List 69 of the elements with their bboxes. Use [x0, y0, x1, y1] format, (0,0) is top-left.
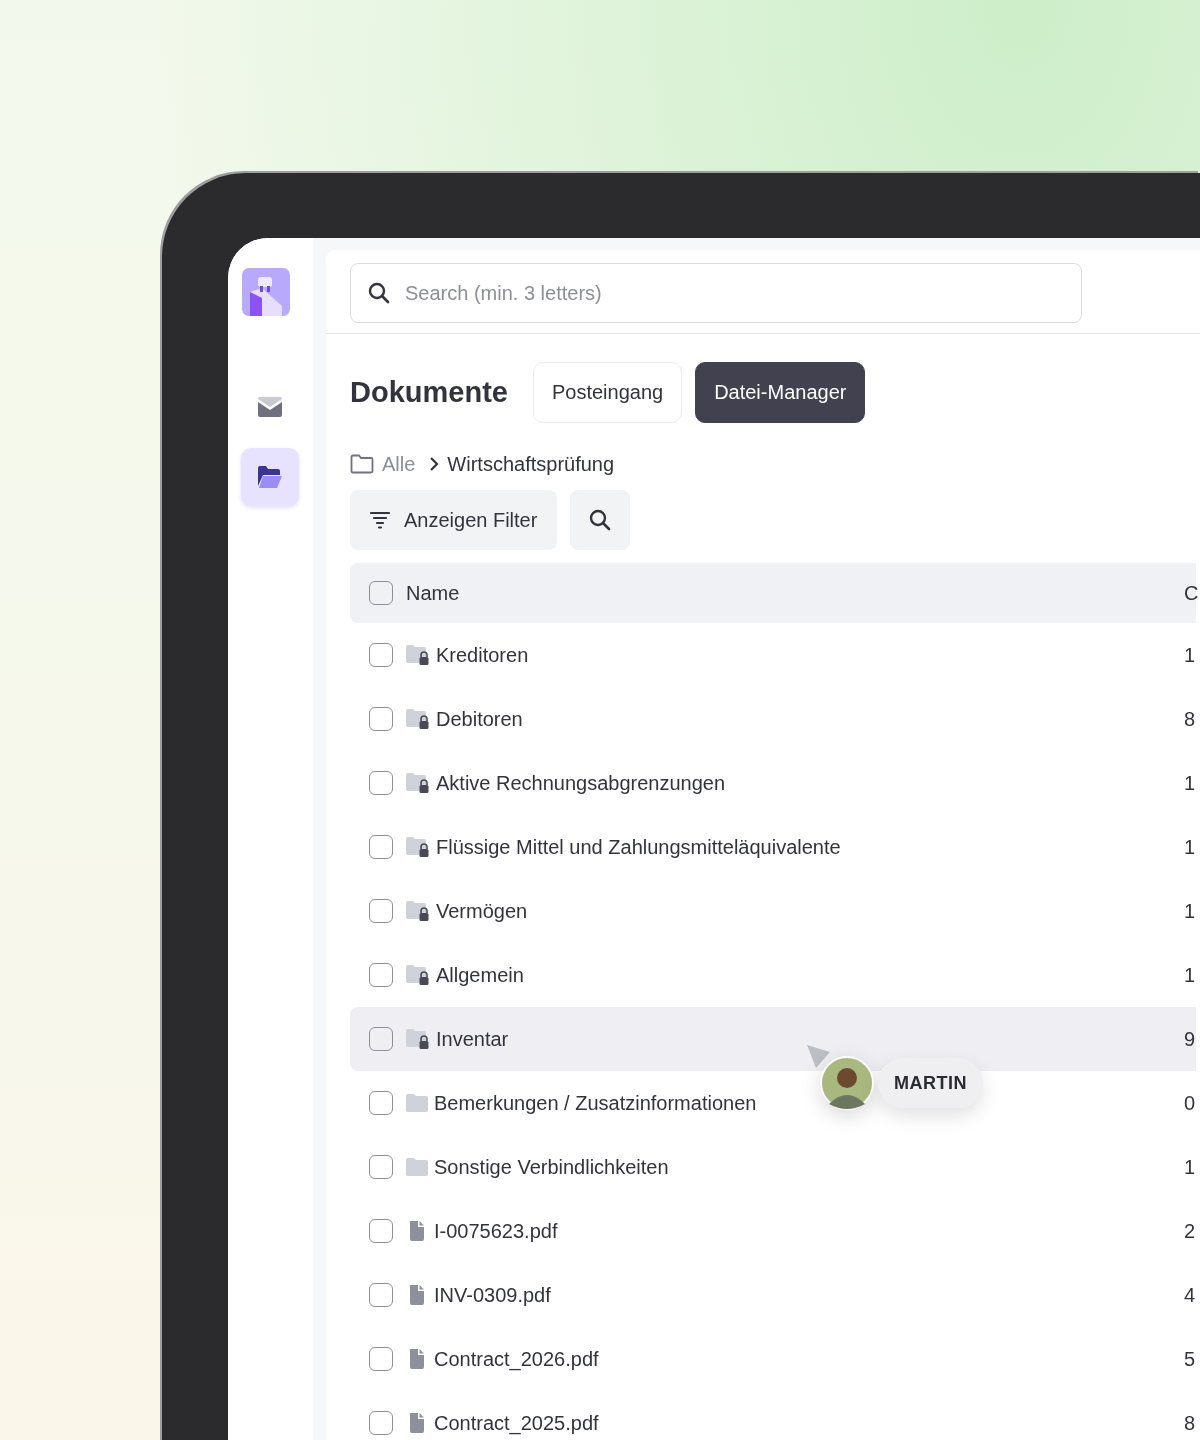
checkbox[interactable]	[369, 1219, 393, 1243]
user-name-label: MARTIN	[878, 1058, 983, 1108]
table-cell: 1	[1184, 771, 1196, 795]
page-title: Dokumente	[350, 376, 508, 409]
locked-folder-icon	[406, 708, 430, 730]
chevron-right-icon	[429, 457, 440, 471]
file-name[interactable]: Vermögen	[436, 899, 1184, 923]
checkbox[interactable]	[369, 1283, 393, 1307]
folder-icon	[257, 466, 282, 488]
locked-folder-icon	[406, 836, 430, 858]
file-name[interactable]: Debitoren	[436, 707, 1184, 731]
table-cell: 1	[1184, 835, 1196, 859]
checkbox[interactable]	[369, 835, 393, 859]
checkbox[interactable]	[369, 1027, 393, 1051]
filter-button[interactable]: Anzeigen Filter	[350, 490, 558, 550]
table-cell: 8	[1184, 707, 1196, 731]
checkbox[interactable]	[369, 1347, 393, 1371]
filter-icon	[370, 511, 390, 529]
table-cell: 5	[1184, 1347, 1196, 1371]
tab[interactable]: Datei-Manager	[695, 362, 866, 423]
search-button[interactable]	[570, 490, 631, 550]
locked-folder-icon	[406, 644, 430, 666]
avatar	[820, 1056, 874, 1110]
file-name[interactable]: Aktive Rechnungsabgrenzungen	[436, 771, 1184, 795]
locked-folder-icon	[406, 900, 430, 922]
table-cell: 4	[1184, 1283, 1196, 1307]
table-cell: 0	[1184, 1091, 1196, 1115]
table-cell: 1	[1184, 963, 1196, 987]
locked-folder-icon	[406, 1028, 430, 1050]
file-name[interactable]: I-0075623.pdf	[434, 1219, 1184, 1243]
file-name[interactable]: INV-0309.pdf	[434, 1283, 1184, 1307]
table-cell: 1	[1184, 1155, 1196, 1179]
file-name[interactable]: Allgemein	[436, 963, 1184, 987]
file-name[interactable]: Flüssige Mittel und Zahlungsmitteläquivalente	[436, 835, 1184, 859]
folder-outline-icon	[350, 454, 374, 474]
checkbox[interactable]	[369, 771, 393, 795]
folder-icon	[406, 1093, 428, 1113]
table-cell: 1	[1184, 643, 1196, 667]
table-cell: 1	[1184, 899, 1196, 923]
breadcrumb-link[interactable]: Wirtschaftsprüfung	[447, 452, 615, 476]
checkbox[interactable]	[369, 581, 393, 605]
table-cell: 8	[1184, 1411, 1196, 1435]
checkbox[interactable]	[369, 1091, 393, 1115]
column-header: C	[1184, 581, 1196, 605]
file-name[interactable]: Inventar	[436, 1027, 1184, 1051]
logo-icon	[242, 268, 290, 316]
checkbox[interactable]	[369, 1411, 393, 1435]
mail-icon	[256, 396, 283, 418]
search-icon	[589, 509, 612, 531]
locked-folder-icon	[406, 964, 430, 986]
checkbox[interactable]	[369, 707, 393, 731]
locked-folder-icon	[406, 772, 430, 794]
table-cell: 9	[1184, 1027, 1196, 1051]
column-header: Name	[406, 581, 461, 605]
checkbox[interactable]	[369, 1155, 393, 1179]
cursor-pointer-icon	[806, 1044, 832, 1070]
table-cell: 2	[1184, 1219, 1196, 1243]
tab[interactable]: Posteingang	[532, 362, 683, 423]
file-name[interactable]: Sonstige Verbindlichkeiten	[434, 1155, 1184, 1179]
search-field[interactable]: Search (min. 3 letters)	[350, 263, 1082, 323]
checkbox[interactable]	[369, 643, 393, 667]
checkbox[interactable]	[369, 899, 393, 923]
folder-icon	[406, 1157, 428, 1177]
checkbox[interactable]	[369, 963, 393, 987]
file-name[interactable]: Contract_2026.pdf	[434, 1347, 1184, 1371]
file-name[interactable]: Contract_2025.pdf	[434, 1411, 1184, 1435]
folder-nav-button[interactable]	[240, 448, 299, 506]
file-name[interactable]: Kreditoren	[436, 643, 1184, 667]
search-icon	[368, 282, 390, 304]
